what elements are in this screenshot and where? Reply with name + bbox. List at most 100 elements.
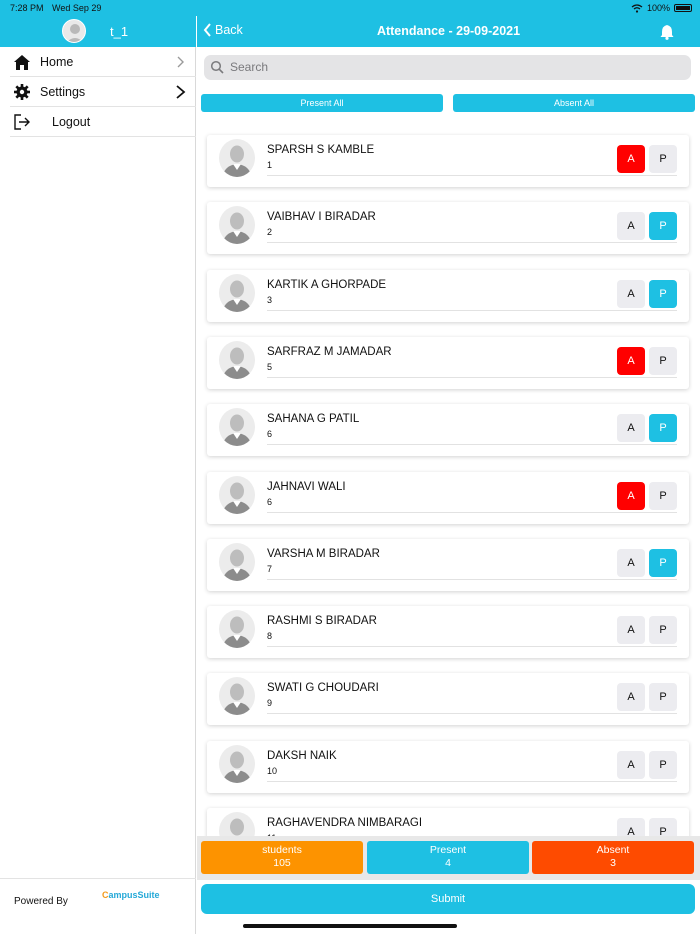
- student-avatar: [219, 475, 255, 514]
- search-input[interactable]: [230, 57, 670, 77]
- student-name: RAGHAVENDRA NIMBARAGI: [267, 817, 423, 829]
- student-list: SPARSH S KAMBLE 1 A P VAIBHAV I BIRADAR 2 A P KA…: [197, 124, 700, 836]
- student-roll: 6: [267, 429, 273, 440]
- absent-label: Absent: [596, 844, 630, 856]
- sidebar-item-logout[interactable]: Logout: [10, 107, 196, 137]
- student-card: KARTIK A GHORPADE 3 A P: [207, 269, 689, 322]
- student-card: VARSHA M BIRADAR 7 A P: [207, 538, 689, 591]
- absent-toggle-button[interactable]: A: [617, 212, 645, 241]
- student-card: SARFRAZ M JAMADAR 5 A P: [207, 336, 689, 389]
- student-name: DAKSH NAIK: [267, 749, 337, 762]
- powered-by-footer: Powered By CampusSuite: [0, 878, 196, 934]
- user-avatar[interactable]: [62, 19, 86, 43]
- absent-toggle-button[interactable]: A: [617, 548, 645, 577]
- person-icon: [222, 212, 252, 245]
- student-avatar: [219, 206, 255, 245]
- present-toggle-button[interactable]: P: [649, 212, 677, 241]
- divider: [267, 780, 677, 782]
- student-name: VAIBHAV I BIRADAR: [267, 211, 376, 224]
- student-name: SPARSH S KAMBLE: [267, 144, 375, 156]
- absent-toggle-button[interactable]: A: [617, 750, 645, 779]
- absent-count-box: Absent 3: [532, 841, 694, 874]
- divider: [267, 309, 677, 311]
- student-card: SWATI G CHOUDARI 9 A P: [207, 673, 689, 726]
- present-toggle-button[interactable]: P: [649, 414, 677, 443]
- sidebar-menu: Home Settings Logout: [10, 47, 196, 137]
- present-toggle-button[interactable]: P: [649, 145, 677, 173]
- present-all-button[interactable]: Present All: [201, 94, 443, 112]
- present-toggle-button[interactable]: P: [649, 279, 677, 308]
- sidebar-item-label: Logout: [52, 114, 91, 129]
- student-avatar: [219, 744, 255, 783]
- divider: [267, 578, 677, 580]
- present-label: Present: [429, 844, 467, 856]
- sidebar-item-home[interactable]: Home: [10, 47, 196, 77]
- present-toggle-button[interactable]: P: [649, 750, 677, 779]
- absent-toggle-button[interactable]: A: [617, 818, 645, 836]
- student-avatar: [219, 542, 255, 581]
- person-icon: [222, 482, 252, 514]
- person-icon: [222, 616, 252, 649]
- student-card: RASHMI S BIRADAR 8 A P: [207, 606, 689, 659]
- person-icon: [222, 549, 252, 581]
- present-toggle-button[interactable]: P: [649, 481, 677, 510]
- student-roll: 5: [267, 361, 273, 372]
- student-name: SAHANA G PATIL: [267, 413, 360, 426]
- present-toggle-button[interactable]: P: [649, 548, 677, 577]
- student-roll: 3: [267, 294, 273, 305]
- absent-value: 3: [610, 857, 616, 869]
- student-avatar: [219, 408, 255, 447]
- student-roll: 6: [267, 496, 273, 507]
- student-avatar: [219, 273, 255, 312]
- person-icon: [230, 818, 244, 836]
- absent-toggle-button[interactable]: A: [617, 616, 645, 645]
- logout-icon: [14, 114, 30, 130]
- present-toggle-button[interactable]: P: [649, 346, 677, 375]
- student-card: DAKSH NAIK 10 A P: [207, 740, 689, 793]
- powered-by-label: Powered By: [14, 896, 68, 907]
- student-name: SARFRAZ M JAMADAR: [267, 345, 392, 358]
- student-avatar: [219, 677, 255, 716]
- students-count-box: students 105: [201, 841, 363, 874]
- students-label: students: [262, 844, 302, 856]
- absent-toggle-button[interactable]: A: [617, 145, 645, 173]
- present-toggle-button[interactable]: P: [649, 683, 677, 712]
- student-roll: 7: [267, 563, 273, 574]
- person-icon: [222, 145, 252, 177]
- campussuite-logo: CampusSuite: [102, 890, 160, 900]
- absent-all-button[interactable]: Absent All: [453, 94, 695, 112]
- absent-toggle-button[interactable]: A: [617, 683, 645, 712]
- bell-icon[interactable]: [660, 24, 674, 40]
- chevron-right-icon: [176, 85, 186, 99]
- sidebar-item-settings[interactable]: Settings: [10, 77, 196, 107]
- present-count-box: Present 4: [367, 841, 529, 874]
- divider: [267, 175, 677, 176]
- divider: [267, 511, 677, 513]
- student-avatar: [219, 610, 255, 649]
- absent-toggle-button[interactable]: A: [617, 279, 645, 308]
- students-value: 105: [273, 857, 291, 869]
- sidebar-header: t_1: [0, 16, 196, 47]
- student-avatar: [219, 139, 255, 177]
- divider: [267, 713, 677, 715]
- sidebar-username: t_1: [110, 24, 129, 39]
- person-icon: [66, 24, 84, 42]
- absent-toggle-button[interactable]: A: [617, 481, 645, 510]
- submit-button[interactable]: Submit: [201, 884, 695, 914]
- status-date: Wed Sep 29: [52, 3, 102, 13]
- person-icon: [222, 347, 252, 379]
- attendance-summary: students 105 Present 4 Absent 3: [197, 836, 700, 880]
- present-toggle-button[interactable]: P: [649, 616, 677, 645]
- sidebar-item-label: Settings: [40, 84, 86, 99]
- absent-toggle-button[interactable]: A: [617, 346, 645, 375]
- student-avatar: [219, 812, 255, 836]
- student-name: RASHMI S BIRADAR: [267, 615, 377, 628]
- student-roll: 1: [267, 160, 273, 170]
- present-toggle-button[interactable]: P: [649, 818, 677, 836]
- student-roll: 2: [267, 227, 273, 238]
- present-value: 4: [445, 857, 451, 869]
- sidebar-item-label: Home: [40, 54, 74, 69]
- gear-icon: [14, 84, 30, 100]
- absent-toggle-button[interactable]: A: [617, 414, 645, 443]
- person-icon: [222, 280, 252, 312]
